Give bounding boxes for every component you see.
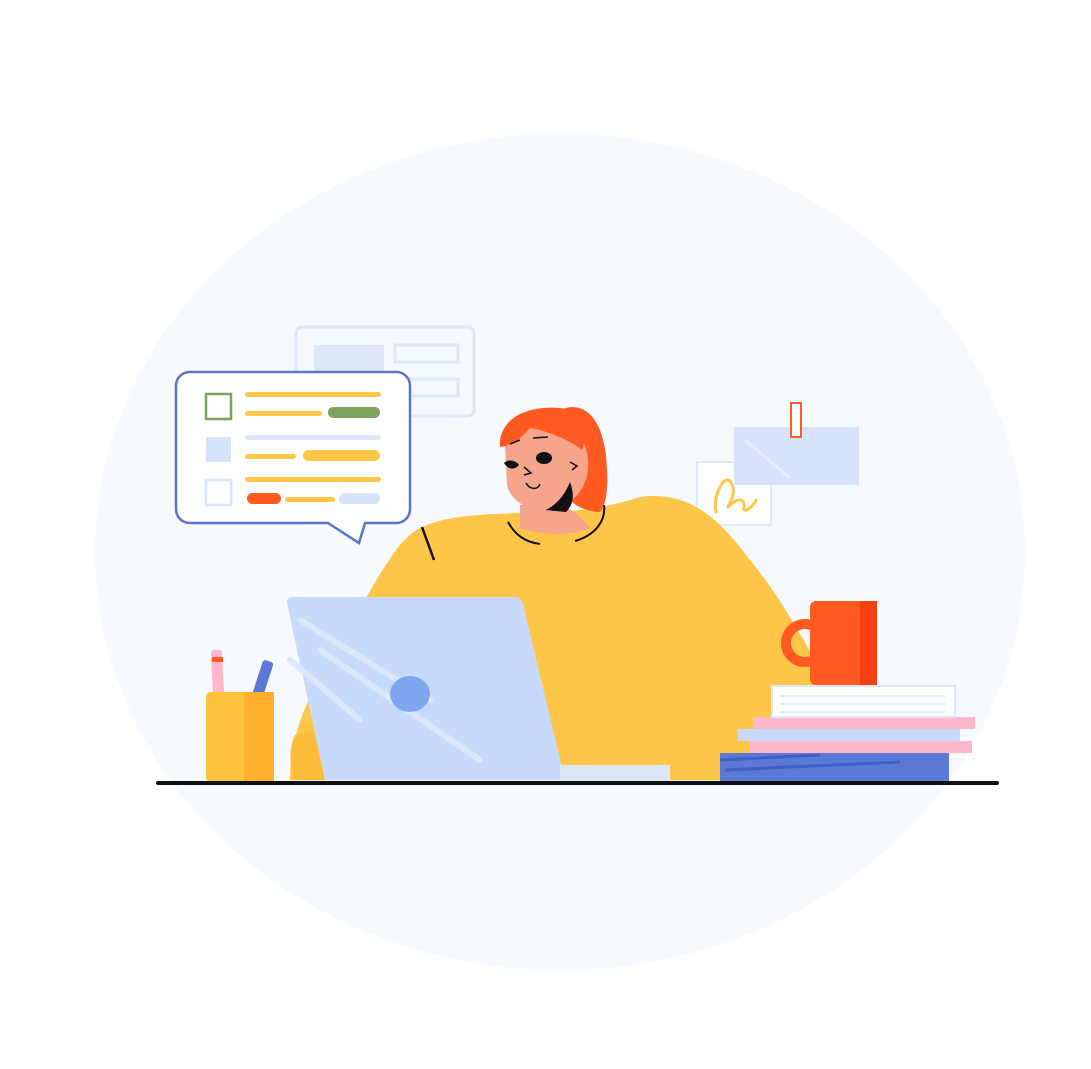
work-from-home-illustration xyxy=(95,134,1025,970)
checklist-speech-bubble-icon xyxy=(174,370,412,545)
